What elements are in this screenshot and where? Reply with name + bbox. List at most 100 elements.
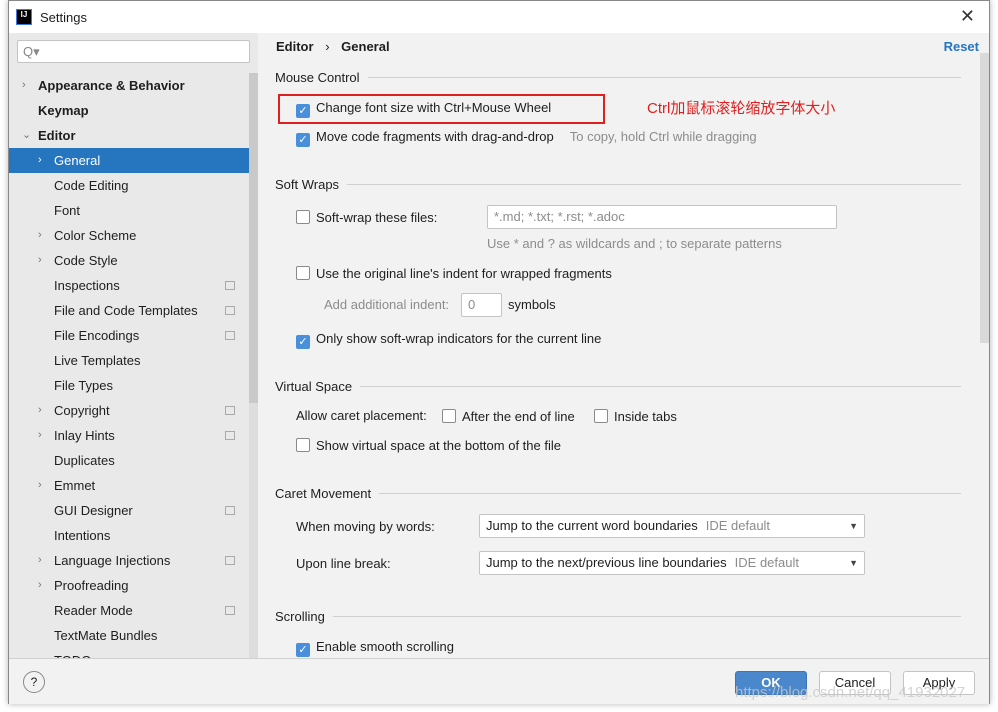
tree-item-label: Emmet [54, 478, 96, 493]
section-mouse-control: Mouse Control [275, 70, 961, 85]
drag-drop-checkbox[interactable]: ✓ Move code fragments with drag-and-drop T… [296, 129, 757, 147]
tree-item[interactable]: › Appearance & Behavior [9, 73, 249, 98]
tree-item-label: Inlay Hints [54, 428, 115, 443]
tree-item-label: Code Editing [54, 178, 129, 193]
change-font-checkbox[interactable]: ✓ Change font size with Ctrl+Mouse Wheel [296, 100, 551, 118]
main-scrollbar[interactable] [980, 53, 989, 343]
soft-wrap-files-input[interactable]: *.md; *.txt; *.rst; *.adoc [487, 205, 837, 229]
tree-item[interactable]: › Language Injections [9, 548, 249, 573]
tree-item[interactable]: Duplicates [9, 448, 249, 473]
tree-item-label: Reader Mode [54, 603, 133, 618]
soft-wrap-files-checkbox[interactable]: Soft-wrap these files: [296, 210, 437, 225]
reset-link[interactable]: Reset [944, 39, 979, 54]
breadcrumb: Editor › General [276, 39, 390, 54]
tree-item-label: Editor [38, 128, 76, 143]
chevron-right-icon[interactable]: › [38, 573, 42, 598]
tree-item[interactable]: › General [9, 148, 249, 173]
soft-wrap-indicators-checkbox[interactable]: ✓ Only show soft-wrap indicators for the … [296, 331, 601, 349]
tree-item-label: TextMate Bundles [54, 628, 158, 643]
tree-item[interactable]: › Copyright [9, 398, 249, 423]
dropdown-default: IDE default [705, 518, 771, 533]
chevron-right-icon[interactable]: › [38, 398, 42, 423]
tree-item[interactable]: › Emmet [9, 473, 249, 498]
tree-item[interactable]: File Encodings [9, 323, 249, 348]
section-title: Scrolling [275, 609, 325, 624]
section-title: Virtual Space [275, 379, 353, 394]
wildcard-hint: Use * and ? as wildcards and ; to separa… [487, 236, 782, 251]
hint-text: To copy, hold Ctrl while dragging [569, 129, 757, 144]
chevron-down-icon[interactable]: ⌄ [22, 123, 31, 148]
tree-item-label: Intentions [54, 528, 111, 543]
tree-item-label: Appearance & Behavior [38, 78, 185, 93]
tree-item[interactable]: File and Code Templates [9, 298, 249, 323]
virtual-bottom-checkbox[interactable]: Show virtual space at the bottom of the … [296, 438, 561, 453]
smooth-scrolling-checkbox[interactable]: ✓ Enable smooth scrolling [296, 639, 454, 657]
tree-item[interactable]: Reader Mode [9, 598, 249, 623]
annotation-text: Ctrl加鼠标滚轮缩放字体大小 [647, 100, 836, 117]
tree-item-label: Code Style [54, 253, 118, 268]
tree-item[interactable]: Font [9, 198, 249, 223]
chevron-right-icon[interactable]: › [38, 223, 42, 248]
section-title: Mouse Control [275, 70, 360, 85]
checkbox-label: Soft-wrap these files: [316, 210, 438, 225]
tree-item-label: General [54, 153, 101, 168]
tree-item-label: Inspections [54, 278, 120, 293]
tree-item[interactable]: › Inlay Hints [9, 423, 249, 448]
tree-item[interactable]: TODO [9, 648, 249, 658]
words-dropdown[interactable]: Jump to the current word boundaries IDE d… [479, 514, 865, 538]
tree-item-label: Color Scheme [54, 228, 137, 243]
chevron-right-icon[interactable]: › [38, 548, 42, 573]
tree-item[interactable]: GUI Designer [9, 498, 249, 523]
search-input[interactable]: Q▾ [17, 40, 250, 63]
tree-item[interactable]: › Code Style [9, 248, 249, 273]
chevron-down-icon: ▼ [849, 558, 858, 568]
tree-item[interactable]: › Color Scheme [9, 223, 249, 248]
checkbox-label: Only show soft-wrap indicators for the c… [316, 331, 602, 346]
chevron-right-icon[interactable]: › [38, 423, 42, 448]
sidebar-scrollbar[interactable] [249, 73, 258, 658]
chevron-right-icon[interactable]: › [38, 248, 42, 273]
section-caret-movement: Caret Movement [275, 486, 961, 501]
tree-item-label: File Types [54, 378, 114, 393]
breadcrumb-separator: › [325, 39, 330, 54]
sidebar: Q▾ › Appearance & Behavior Keymap ⌄ Editor › G… [9, 33, 258, 658]
project-scope-icon [225, 556, 235, 565]
chevron-right-icon[interactable]: › [38, 148, 42, 173]
help-button[interactable]: ? [23, 671, 45, 693]
breadcrumb-general: General [341, 39, 390, 54]
checkbox-label: Use the original line's indent for wrapp… [316, 266, 612, 281]
words-label: When moving by words: [296, 519, 435, 534]
scrollbar-thumb[interactable] [249, 73, 258, 403]
checkbox-checked-icon: ✓ [296, 104, 310, 118]
tree-item[interactable]: Intentions [9, 523, 249, 548]
section-title: Soft Wraps [275, 177, 340, 192]
tree-item[interactable]: TextMate Bundles [9, 623, 249, 648]
intellij-logo-icon: IJ [16, 9, 32, 25]
add-indent-input[interactable]: 0 [461, 293, 502, 317]
checkbox-label: Inside tabs [614, 409, 677, 424]
tree-item[interactable]: File Types [9, 373, 249, 398]
dropdown-value: Jump to the current word boundaries [486, 518, 698, 533]
project-scope-icon [225, 506, 235, 515]
tree-item[interactable]: › Proofreading [9, 573, 249, 598]
inside-tabs-checkbox[interactable]: Inside tabs [594, 409, 677, 424]
dropdown-default: IDE default [734, 555, 799, 570]
tree-item[interactable]: Keymap [9, 98, 249, 123]
chevron-right-icon[interactable]: › [38, 473, 42, 498]
close-icon[interactable]: ✕ [960, 6, 975, 27]
checkbox-unchecked-icon [296, 438, 310, 452]
line-break-dropdown[interactable]: Jump to the next/previous line boundarie… [479, 551, 865, 575]
after-end-checkbox[interactable]: After the end of line [442, 409, 575, 424]
tree-item[interactable]: ⌄ Editor [9, 123, 249, 148]
checkbox-checked-icon: ✓ [296, 335, 310, 349]
checkbox-checked-icon: ✓ [296, 643, 310, 657]
tree-item[interactable]: Code Editing [9, 173, 249, 198]
tree-item[interactable]: Inspections [9, 273, 249, 298]
breadcrumb-editor[interactable]: Editor [276, 39, 314, 54]
line-break-label: Upon line break: [296, 556, 391, 571]
chevron-right-icon[interactable]: › [22, 73, 26, 98]
project-scope-icon [225, 306, 235, 315]
settings-dialog: IJ Settings ✕ Q▾ › Appearance & Behavior K… [8, 0, 990, 704]
original-indent-checkbox[interactable]: Use the original line's indent for wrapp… [296, 266, 612, 281]
tree-item[interactable]: Live Templates [9, 348, 249, 373]
